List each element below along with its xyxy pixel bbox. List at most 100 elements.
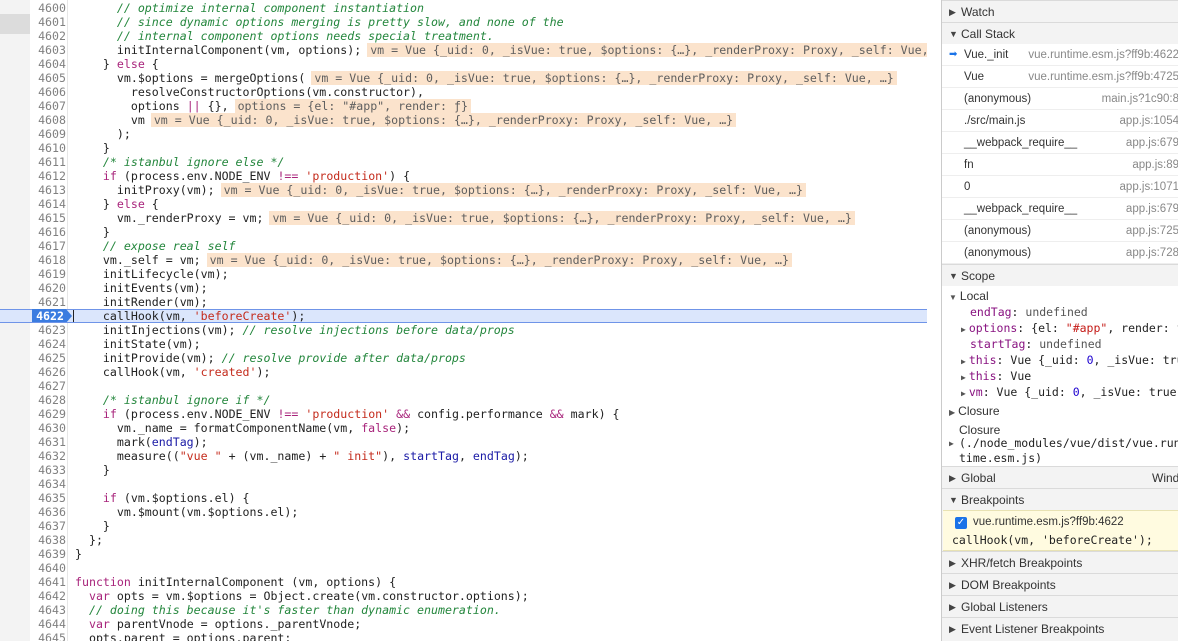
call-frame[interactable]: (anonymous) app.js:725 xyxy=(942,220,1178,242)
current-code-line[interactable]: 4622 callHook(vm, 'beforeCreate'); xyxy=(0,309,927,323)
code-line[interactable]: 4636 vm.$mount(vm.$options.el); xyxy=(0,505,927,519)
call-frame-location[interactable]: app.js:1054 xyxy=(1120,110,1178,132)
scope-var-vm[interactable]: ▶vm: Vue {_uid: 0, _isVue: true, …} xyxy=(961,384,1178,400)
line-number[interactable]: 4617 xyxy=(30,239,66,253)
call-frame[interactable]: ./src/main.js app.js:1054 xyxy=(942,110,1178,132)
call-frame-location[interactable]: app.js:89 xyxy=(1132,154,1178,176)
code-line[interactable]: 4627 xyxy=(0,379,927,393)
code-line[interactable]: 4625 initProvide(vm); // resolve provide… xyxy=(0,351,927,365)
code-line[interactable]: 4629 if (process.env.NODE_ENV !== 'produ… xyxy=(0,407,927,421)
code-line[interactable]: 4604 } else { xyxy=(0,57,927,71)
code-line[interactable]: 4603 initInternalComponent(vm, options);… xyxy=(0,43,927,57)
xhr-breakpoints-header[interactable]: ▶ XHR/fetch Breakpoints xyxy=(942,551,1178,573)
code-editor[interactable]: 4600 // optimize internal component inst… xyxy=(0,0,927,641)
line-number[interactable]: 4613 xyxy=(30,183,66,197)
line-number[interactable]: 4641 xyxy=(30,575,66,589)
scope-closure[interactable]: ▶ Closure xyxy=(949,403,1000,419)
line-number[interactable]: 4643 xyxy=(30,603,66,617)
line-number[interactable]: 4642 xyxy=(30,589,66,603)
code-line[interactable]: 4619 initLifecycle(vm); xyxy=(0,267,927,281)
code-line[interactable]: 4631 mark(endTag); xyxy=(0,435,927,449)
code-line[interactable]: 4643 // doing this because it's faster t… xyxy=(0,603,927,617)
line-number[interactable]: 4621 xyxy=(30,295,66,309)
scope-var-this[interactable]: ▶this: Vue {_uid: 0, _isVue: true, …} xyxy=(961,352,1178,368)
call-frame-location[interactable]: app.js:725 xyxy=(1126,220,1178,242)
code-line[interactable]: 4611 /* istanbul ignore else */ xyxy=(0,155,927,169)
code-line[interactable]: 4620 initEvents(vm); xyxy=(0,281,927,295)
code-line[interactable]: 4630 vm._name = formatComponentName(vm, … xyxy=(0,421,927,435)
code-line[interactable]: 4617 // expose real self xyxy=(0,239,927,253)
scope-closure-module[interactable]: ▶ (./node_modules/vue/dist/vue.runtime.es… xyxy=(949,436,1178,468)
event-listener-breakpoints-header[interactable]: ▶ Event Listener Breakpoints xyxy=(942,617,1178,639)
line-number[interactable]: 4645 xyxy=(30,631,66,641)
line-number[interactable]: 4603 xyxy=(30,43,66,57)
call-frame[interactable]: (anonymous) main.js?1c90:8 xyxy=(942,88,1178,110)
call-frame-location[interactable]: main.js?1c90:8 xyxy=(1102,88,1178,110)
code-line[interactable]: 4609 ); xyxy=(0,127,927,141)
breakpoints-pane-header[interactable]: ▼ Breakpoints xyxy=(942,488,1178,510)
code-line[interactable]: 4602 // internal component options needs… xyxy=(0,29,927,43)
line-number[interactable]: 4612 xyxy=(30,169,66,183)
code-line[interactable]: 4614 } else { xyxy=(0,197,927,211)
line-number[interactable]: 4618 xyxy=(30,253,66,267)
call-frame-location[interactable]: vue.runtime.esm.js?ff9b:4622 xyxy=(1028,44,1178,66)
line-number[interactable]: 4644 xyxy=(30,617,66,631)
line-number[interactable]: 4609 xyxy=(30,127,66,141)
line-number[interactable]: 4607 xyxy=(30,99,66,113)
line-number[interactable]: 4627 xyxy=(30,379,66,393)
code-line[interactable]: 4640 xyxy=(0,561,927,575)
call-frame[interactable]: Vue vue.runtime.esm.js?ff9b:4725 xyxy=(942,66,1178,88)
code-line[interactable]: 4601 // since dynamic options merging is… xyxy=(0,15,927,29)
line-number[interactable]: 4629 xyxy=(30,407,66,421)
code-line[interactable]: 4641 function initInternalComponent (vm, … xyxy=(0,575,927,589)
callstack-pane-header[interactable]: ▼ Call Stack xyxy=(942,22,1178,44)
scope-var-this-2[interactable]: ▶ this: Vue xyxy=(961,368,1031,384)
line-number[interactable]: 4615 xyxy=(30,211,66,225)
breakpoint-item[interactable]: ✓ vue.runtime.esm.js?ff9b:4622 callHook(… xyxy=(943,510,1178,551)
code-line[interactable]: 4621 initRender(vm); xyxy=(0,295,927,309)
call-frame[interactable]: (anonymous) app.js:728 xyxy=(942,242,1178,264)
call-frame-location[interactable]: app.js:679 xyxy=(1126,132,1178,154)
scope-var-options[interactable]: ▶options: {el: "#app", render: ƒ} xyxy=(961,320,1178,336)
line-number[interactable]: 4614 xyxy=(30,197,66,211)
line-number[interactable]: 4631 xyxy=(30,435,66,449)
line-number[interactable]: 4611 xyxy=(30,155,66,169)
code-line[interactable]: 4615 vm._renderProxy = vm; vm = Vue {_uid… xyxy=(0,211,927,225)
line-number[interactable]: 4628 xyxy=(30,393,66,407)
call-frame[interactable]: 0 app.js:1071 xyxy=(942,176,1178,198)
code-line[interactable]: 4612 if (process.env.NODE_ENV !== 'produ… xyxy=(0,169,927,183)
dom-breakpoints-header[interactable]: ▶ DOM Breakpoints xyxy=(942,573,1178,595)
line-number[interactable]: 4634 xyxy=(30,477,66,491)
line-number[interactable]: 4626 xyxy=(30,365,66,379)
line-number[interactable]: 4608 xyxy=(30,113,66,127)
call-frame-location[interactable]: app.js:1071 xyxy=(1120,176,1178,198)
code-line[interactable]: 4600 // optimize internal component inst… xyxy=(0,1,927,15)
code-line[interactable]: 4633 } xyxy=(0,463,927,477)
code-line[interactable]: 4618 vm._self = vm; vm = Vue {_uid: 0, _i… xyxy=(0,253,927,267)
line-number[interactable]: 4600 xyxy=(30,1,66,15)
line-number[interactable]: 4605 xyxy=(30,71,66,85)
code-line[interactable]: 4634 xyxy=(0,477,927,491)
scope-local[interactable]: ▼ Local xyxy=(949,288,989,304)
call-frame[interactable]: ➡ Vue._init vue.runtime.esm.js?ff9b:4622 xyxy=(942,44,1178,66)
line-number[interactable]: 4632 xyxy=(30,449,66,463)
code-line[interactable]: 4628 /* istanbul ignore if */ xyxy=(0,393,927,407)
code-line[interactable]: 4616 } xyxy=(0,225,927,239)
line-number[interactable]: 4606 xyxy=(30,85,66,99)
global-listeners-header[interactable]: ▶ Global Listeners xyxy=(942,595,1178,617)
call-frame-location[interactable]: app.js:679 xyxy=(1126,198,1178,220)
line-number[interactable]: 4637 xyxy=(30,519,66,533)
line-number[interactable]: 4638 xyxy=(30,533,66,547)
code-line[interactable]: 4607 options || {}, options = {el: "#app"… xyxy=(0,99,927,113)
code-line[interactable]: 4635 if (vm.$options.el) { xyxy=(0,491,927,505)
code-line[interactable]: 4645 opts.parent = options.parent; xyxy=(0,631,927,641)
line-number[interactable]: 4633 xyxy=(30,463,66,477)
code-line[interactable]: 4623 initInjections(vm); // resolve inje… xyxy=(0,323,927,337)
scope-global[interactable]: ▶GlobalWindow xyxy=(942,466,1178,488)
line-number[interactable]: 4602 xyxy=(30,29,66,43)
line-number[interactable]: 4640 xyxy=(30,561,66,575)
code-line[interactable]: 4613 initProxy(vm); vm = Vue {_uid: 0, _i… xyxy=(0,183,927,197)
call-frame-location[interactable]: app.js:728 xyxy=(1126,242,1178,264)
code-line[interactable]: 4624 initState(vm); xyxy=(0,337,927,351)
code-line[interactable]: 4608 vm vm = Vue {_uid: 0, _isVue: true, … xyxy=(0,113,927,127)
